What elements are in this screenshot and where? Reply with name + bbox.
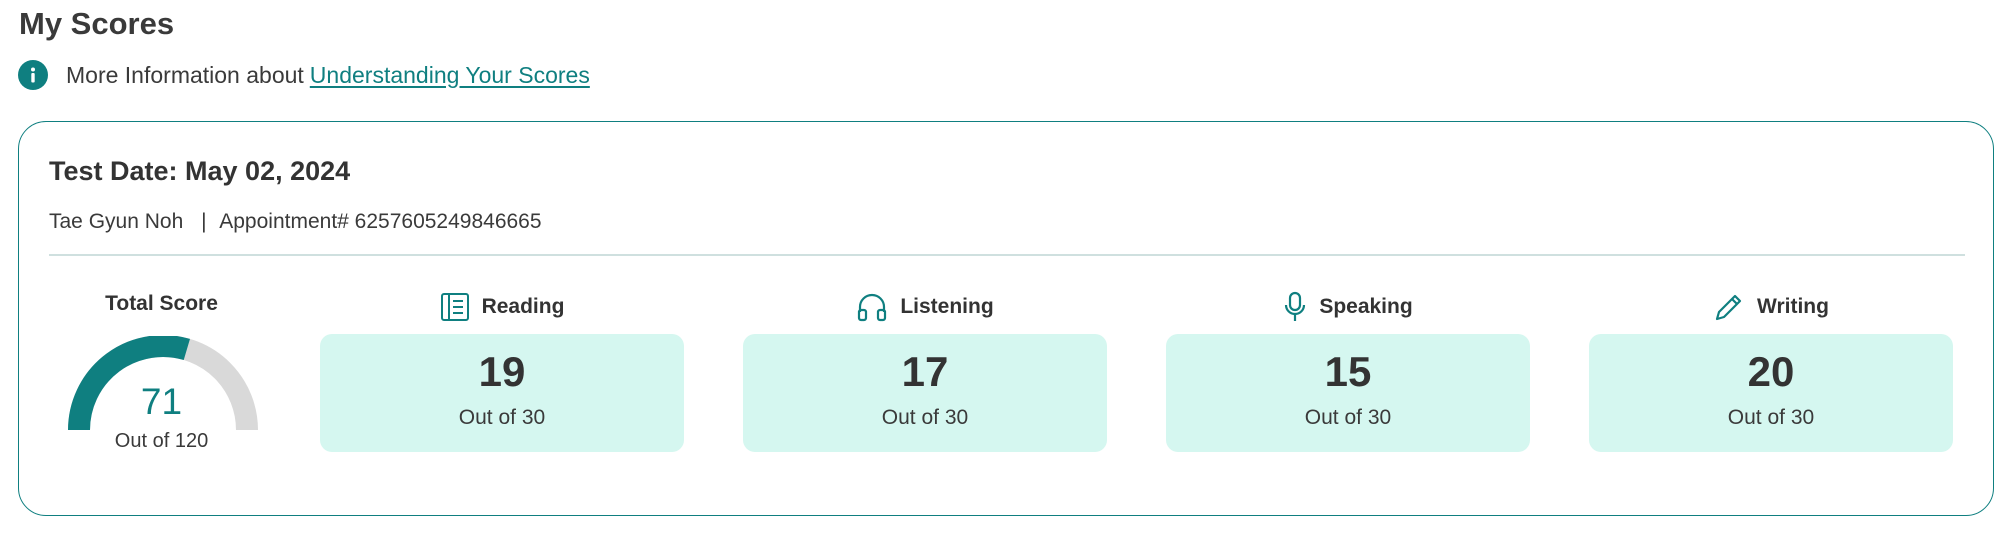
section-max: Out of 30 (1304, 406, 1392, 429)
section-reading: Reading 19 Out of 30 (320, 290, 684, 452)
divider (49, 254, 1965, 256)
candidate-name: Tae Gyun Noh (49, 210, 184, 233)
score-card: Test Date: May 02, 2024 Tae Gyun Noh | A… (18, 121, 1994, 516)
section-label: Reading (481, 295, 565, 318)
section-max: Out of 30 (881, 406, 969, 429)
score-box: 15 Out of 30 (1166, 334, 1530, 452)
section-score: 20 (1747, 348, 1795, 395)
total-score-max: Out of 120 (114, 430, 209, 452)
section-header: Reading (320, 290, 684, 324)
candidate-meta: Tae Gyun Noh | Appointment# 625760524984… (49, 208, 542, 236)
appointment-number: Appointment# 6257605249846665 (219, 210, 542, 233)
total-score-gauge: 71 Out of 120 (54, 318, 269, 488)
section-header: Speaking (1166, 290, 1530, 324)
info-icon (18, 60, 48, 90)
microphone-icon (1283, 291, 1307, 323)
understanding-scores-link[interactable]: Understanding Your Scores (310, 62, 590, 89)
score-box: 19 Out of 30 (320, 334, 684, 452)
section-header: Writing (1589, 290, 1953, 324)
section-header: Listening (743, 290, 1107, 324)
section-label: Listening (900, 295, 994, 318)
section-score: 19 (478, 348, 526, 395)
total-score: Total Score 71 Out of 120 (54, 290, 269, 490)
pencil-icon (1713, 291, 1745, 323)
book-icon (440, 292, 470, 322)
score-box: 17 Out of 30 (743, 334, 1107, 452)
section-label: Speaking (1319, 295, 1413, 318)
info-row: More Information about Understanding You… (18, 59, 590, 91)
total-score-value: 71 (140, 381, 183, 422)
section-writing: Writing 20 Out of 30 (1589, 290, 1953, 452)
score-box: 20 Out of 30 (1589, 334, 1953, 452)
total-score-label: Total Score (105, 292, 218, 315)
section-speaking: Speaking 15 Out of 30 (1166, 290, 1530, 452)
page-title: My Scores (19, 6, 175, 41)
section-max: Out of 30 (458, 406, 546, 429)
test-date: Test Date: May 02, 2024 (49, 156, 351, 186)
meta-separator: | (201, 210, 207, 233)
section-max: Out of 30 (1727, 406, 1815, 429)
section-label: Writing (1757, 295, 1829, 318)
page: My Scores More Information about Underst… (0, 0, 2011, 538)
section-listening: Listening 17 Out of 30 (743, 290, 1107, 452)
section-score: 17 (901, 348, 949, 395)
section-score: 15 (1324, 348, 1372, 395)
headphones-icon (856, 292, 888, 322)
info-text: More Information about (66, 61, 304, 88)
